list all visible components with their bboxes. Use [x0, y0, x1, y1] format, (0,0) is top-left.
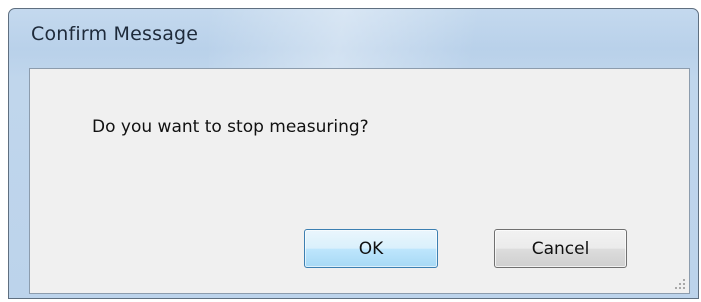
confirm-message: Do you want to stop measuring?	[92, 117, 369, 137]
dialog-title: Confirm Message	[31, 23, 199, 45]
cancel-button[interactable]: Cancel	[494, 229, 627, 268]
resize-grip-icon[interactable]	[674, 278, 686, 290]
confirm-dialog: Confirm Message Do you want to stop meas…	[8, 8, 699, 299]
title-bar[interactable]: Confirm Message	[9, 9, 698, 69]
dialog-content: Do you want to stop measuring? OK Cancel	[29, 68, 690, 294]
ok-button[interactable]: OK	[304, 229, 438, 268]
